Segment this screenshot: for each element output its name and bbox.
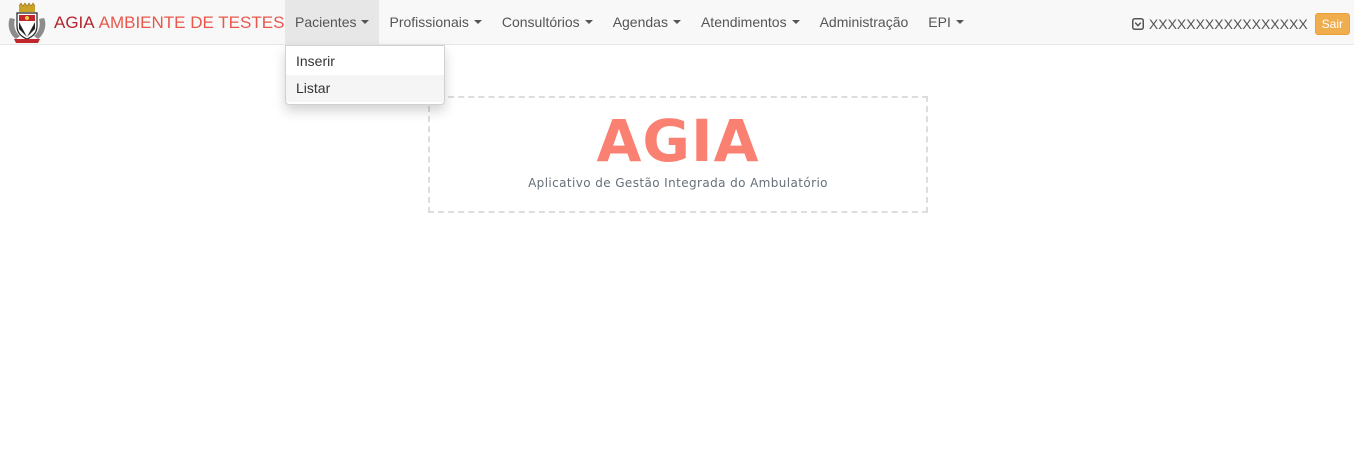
menu-administracao[interactable]: Administração	[810, 0, 919, 44]
dropdown-item-inserir[interactable]: Inserir	[286, 48, 444, 75]
brand-link[interactable]: AGIA AMBIENTE DE TESTES	[6, 1, 285, 43]
caret-down-icon	[361, 20, 370, 24]
menu-agendas-label: Agendas	[612, 14, 668, 30]
menu-profissionais[interactable]: Profissionais	[379, 0, 491, 44]
user-area: XXXXXXXXXXXXXXXXX Sair	[1131, 13, 1350, 35]
menu-administracao-label: Administração	[819, 14, 909, 30]
coat-of-arms-icon	[8, 1, 46, 43]
logout-button[interactable]: Sair	[1314, 13, 1350, 35]
menu-atendimentos[interactable]: Atendimentos	[691, 0, 810, 44]
menu-pacientes-label: Pacientes	[295, 14, 357, 30]
user-square-icon	[1131, 18, 1144, 30]
menu-consultorios-label: Consultórios	[501, 14, 580, 30]
menu-epi[interactable]: EPI	[918, 0, 974, 44]
environment-label: AMBIENTE DE TESTES	[98, 12, 285, 32]
caret-down-icon	[584, 20, 593, 24]
hero-subtitle: Aplicativo de Gestão Integrada do Ambula…	[528, 176, 828, 190]
caret-down-icon	[473, 20, 482, 24]
menu-agendas[interactable]: Agendas	[603, 0, 691, 44]
caret-down-icon	[672, 20, 681, 24]
menu-consultorios[interactable]: Consultórios	[492, 0, 603, 44]
caret-down-icon	[791, 20, 800, 24]
menu-atendimentos-label: Atendimentos	[700, 14, 787, 30]
brand-name: AGIA	[54, 12, 95, 32]
pacientes-dropdown: Inserir Listar	[285, 45, 445, 105]
dropdown-item-listar[interactable]: Listar	[286, 75, 444, 102]
menu-pacientes[interactable]: Pacientes	[285, 0, 380, 44]
hero-title: AGIA	[596, 107, 760, 175]
main-menu: Pacientes Profissionais Consultórios Age…	[285, 0, 974, 45]
menu-epi-label: EPI	[928, 14, 951, 30]
user-name[interactable]: XXXXXXXXXXXXXXXXX	[1149, 16, 1308, 32]
top-navbar: AGIA AMBIENTE DE TESTES Pacientes Profis…	[0, 0, 1354, 45]
menu-profissionais-label: Profissionais	[389, 14, 469, 30]
hero-box: AGIA Aplicativo de Gestão Integrada do A…	[428, 96, 928, 213]
caret-down-icon	[955, 20, 964, 24]
